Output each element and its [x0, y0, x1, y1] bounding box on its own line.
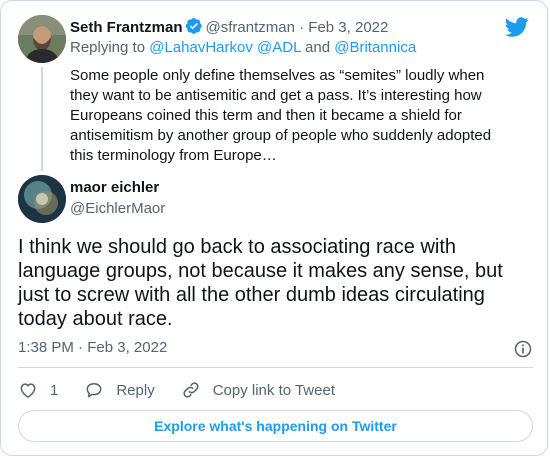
reply-bubble-icon [86, 383, 102, 398]
twitter-bird-icon[interactable] [505, 15, 529, 39]
tweet-time[interactable]: 1:38 PM [18, 339, 74, 356]
copy-link-label: Copy link to Tweet [212, 381, 335, 399]
author-name[interactable]: maor eichler [70, 179, 159, 196]
mention-link[interactable]: @Britannica [334, 39, 416, 56]
reply-label: Reply [116, 381, 155, 399]
parent-tweet-text: Some people only define themselves as “s… [70, 67, 492, 164]
tweet-timestamp-row: 1:38 PM · Feb 3, 2022 [18, 339, 533, 359]
avatar[interactable] [18, 15, 66, 63]
avatar[interactable] [18, 175, 66, 223]
author-handle[interactable]: @sfrantzman [206, 19, 295, 36]
separator-dot: · [299, 19, 305, 36]
tweet-date[interactable]: Feb 3, 2022 [87, 339, 167, 356]
heart-icon [20, 383, 36, 398]
mention-joiner: and [300, 39, 335, 56]
link-icon [183, 382, 199, 398]
explore-twitter-button[interactable]: Explore what's happening on Twitter [18, 410, 533, 442]
verified-badge-icon [185, 18, 202, 34]
tweet-date[interactable]: Feb 3, 2022 [308, 19, 388, 36]
separator-dot: · [78, 339, 84, 356]
replying-to: Replying to @LahavHarkov @ADL and @Brita… [70, 38, 416, 58]
parent-tweet-header: Seth Frantzman @sfrantzman · Feb 3, 2022 [70, 17, 388, 38]
thread-connector-line [41, 67, 43, 171]
reply-button[interactable]: Reply [84, 380, 155, 400]
like-count: 1 [50, 381, 59, 399]
mention-link[interactable]: @ADL [257, 39, 301, 56]
divider [18, 367, 533, 368]
author-handle[interactable]: @EichlerMaor [70, 200, 165, 217]
tweet-text: I think we should go back to associating… [18, 236, 503, 330]
avatar-photo [18, 15, 66, 63]
copy-link-button[interactable]: Copy link to Tweet [181, 380, 335, 400]
replying-to-label: Replying to [70, 39, 146, 56]
embedded-tweet-card: Seth Frantzman @sfrantzman · Feb 3, 2022 … [0, 0, 548, 456]
info-icon[interactable] [513, 339, 533, 359]
mention-link[interactable]: @LahavHarkov [149, 39, 253, 56]
action-bar: 1 Reply Copy link to Tweet [18, 378, 361, 402]
like-button[interactable]: 1 [18, 380, 58, 400]
avatar-photo [18, 175, 66, 223]
author-name[interactable]: Seth Frantzman [70, 19, 183, 36]
